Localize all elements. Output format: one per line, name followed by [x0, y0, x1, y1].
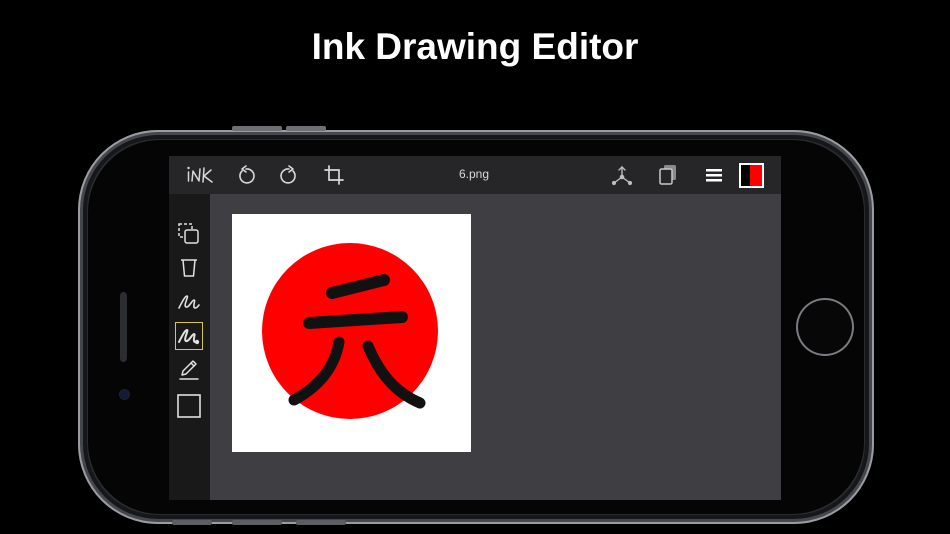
- crop-icon[interactable]: [321, 162, 347, 188]
- volume-button: [286, 126, 326, 131]
- brush-stroke-icon[interactable]: [175, 322, 203, 350]
- pen-stroke-icon[interactable]: [175, 288, 203, 316]
- clear-canvas-icon[interactable]: [175, 254, 203, 282]
- left-tool-sidebar: [169, 194, 210, 500]
- layers-icon[interactable]: [655, 161, 681, 189]
- side-button: [172, 520, 212, 525]
- primary-color: [740, 164, 750, 186]
- volume-button: [232, 126, 282, 131]
- pencil-icon[interactable]: [175, 356, 203, 384]
- secondary-color: [749, 164, 762, 186]
- side-button: [232, 520, 282, 525]
- ink-logo-icon[interactable]: iNK: [183, 160, 217, 188]
- redo-icon[interactable]: [276, 162, 302, 188]
- undo-icon[interactable]: [233, 162, 259, 188]
- app-screen: iNK 6.png: [169, 156, 781, 500]
- menu-icon[interactable]: [701, 163, 727, 187]
- file-name: 6.png: [458, 167, 490, 181]
- side-button: [296, 520, 346, 525]
- share-icon[interactable]: [609, 162, 635, 188]
- phone-speaker: [120, 292, 127, 362]
- top-toolbar: iNK 6.png: [169, 156, 781, 194]
- canvas-drawing: [262, 243, 438, 419]
- home-button[interactable]: [798, 300, 852, 354]
- phone-camera: [120, 390, 129, 399]
- color-swatch-icon[interactable]: [738, 162, 764, 188]
- rectangle-icon[interactable]: [175, 392, 203, 420]
- headline: Ink Drawing Editor: [311, 26, 639, 67]
- copy-select-icon[interactable]: [175, 220, 203, 248]
- drawing-canvas[interactable]: [232, 214, 471, 452]
